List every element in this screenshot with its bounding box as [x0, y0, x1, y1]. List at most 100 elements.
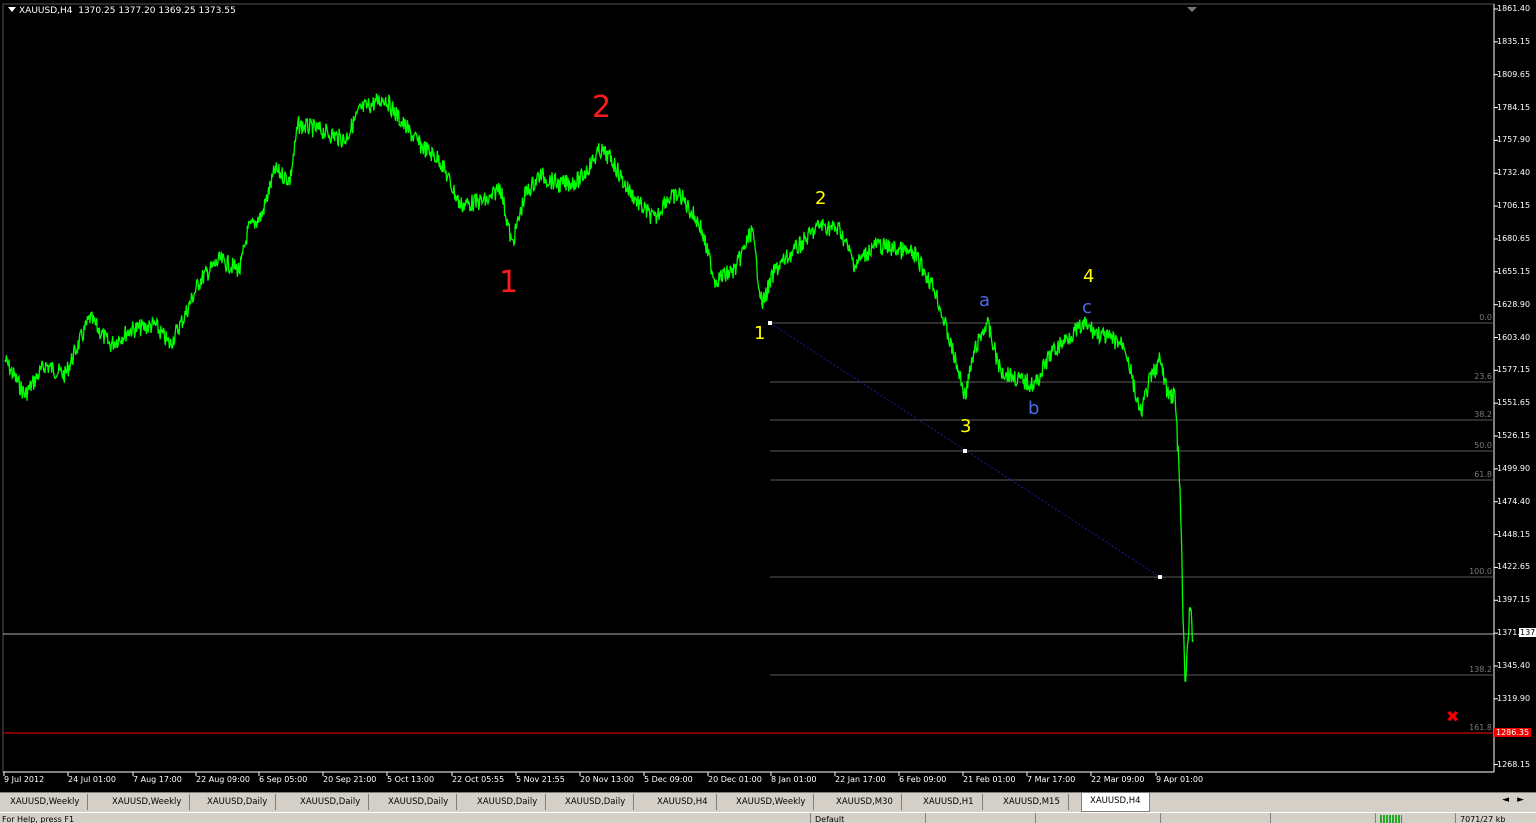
status-traffic: 7071/27 kb [1460, 815, 1506, 823]
minor-wave-4-label: 4 [1083, 266, 1095, 287]
x-tick-label: 24 Jul 01:00 [68, 775, 116, 784]
y-tick-label: 1732.40 [1497, 168, 1531, 178]
chart-tabs-bar: XAUUSD,Weekly XAUUSD,Weekly XAUUSD,Daily XA… [0, 792, 1536, 812]
minor-wave-3-label: 3 [960, 416, 972, 437]
x-tick-label: 20 Nov 13:00 [580, 775, 634, 784]
x-tick-label: 9 Apr 01:00 [1156, 775, 1204, 784]
tab-next-icon[interactable]: ► [1517, 795, 1532, 805]
y-tick-label: 1655.15 [1497, 266, 1531, 276]
status-divider [1375, 813, 1376, 823]
x-tick-label: 5 Dec 09:00 [644, 775, 693, 784]
stop-price-marker[interactable]: 1286.35 [1494, 728, 1532, 737]
status-divider [1455, 813, 1456, 823]
dropdown-triangle-icon[interactable] [8, 7, 16, 12]
y-tick-label: 1809.65 [1497, 69, 1531, 79]
trend-anchor-end[interactable] [1158, 575, 1162, 579]
x-tick-label: 6 Feb 09:00 [899, 775, 947, 784]
status-bar: For Help, press F1 Default 7071/27 kb [0, 812, 1536, 823]
y-tick-label: 1603.40 [1497, 332, 1531, 342]
x-tick-label: 8 Jan 01:00 [771, 775, 817, 784]
close-order-icon[interactable]: ✖ [1446, 707, 1459, 726]
status-help-text: For Help, press F1 [2, 815, 75, 823]
x-tick-label: 22 Oct 05:55 [452, 775, 505, 784]
chart-tab[interactable]: XAUUSD,Daily [469, 794, 547, 810]
status-profile: Default [815, 815, 845, 823]
fib-level-label: 23.6 [1474, 372, 1492, 381]
y-tick-label: 1706.15 [1497, 201, 1531, 211]
chart-tab[interactable]: XAUUSD,Daily [199, 794, 277, 810]
y-tick-label: 1345.40 [1497, 661, 1531, 670]
minor-wave-2-label: 2 [815, 188, 827, 209]
x-tick-label: 5 Oct 13:00 [387, 775, 435, 784]
ohlc-values: 1370.25 1377.20 1369.25 1373.55 [78, 6, 236, 16]
fib-level-label: 50.0 [1474, 441, 1492, 450]
status-divider [810, 813, 811, 823]
trend-anchor-start[interactable] [768, 321, 772, 325]
major-wave-2-label: 2 [592, 90, 612, 125]
minor-wave-1-label: 1 [754, 323, 766, 344]
y-tick-label: 1577.15 [1497, 365, 1531, 375]
current-price-marker: 1373.55 [1519, 628, 1536, 637]
fib-level-label: 100.0 [1469, 567, 1492, 576]
fib-level-label: 138.2 [1469, 665, 1492, 674]
chart-tab[interactable]: XAUUSD,H4 [1081, 793, 1150, 812]
price-series-line [4, 92, 1194, 682]
chart-tab[interactable]: XAUUSD,Daily [557, 794, 635, 810]
chart-tab[interactable]: XAUUSD,H1 [915, 794, 983, 810]
y-tick-label: 1835.15 [1497, 36, 1531, 46]
y-tick-label: 1319.90 [1497, 693, 1531, 703]
y-tick-label: 1448.15 [1497, 529, 1531, 539]
chart-tab[interactable]: XAUUSD,Weekly [104, 794, 191, 810]
symbol-label: XAUUSD,H4 [19, 6, 73, 16]
chart-tab[interactable]: XAUUSD,M30 [828, 794, 902, 810]
y-tick-label: 1861.40 [1497, 4, 1531, 13]
y-tick-label: 1474.40 [1497, 496, 1531, 506]
chart-tab[interactable]: XAUUSD,Daily [292, 794, 370, 810]
y-tick-label: 1397.15 [1497, 595, 1531, 605]
chart-shift-marker[interactable] [1187, 7, 1197, 12]
trend-anchor-mid[interactable] [963, 449, 967, 453]
status-divider [1270, 813, 1271, 823]
chart-tab[interactable]: XAUUSD,M15 [995, 794, 1069, 810]
corrective-wave-b-label: b [1028, 398, 1040, 419]
tab-prev-icon[interactable]: ◄ [1502, 795, 1517, 805]
x-tick-label: 22 Aug 09:00 [196, 775, 250, 784]
x-tick-label: 9 Jul 2012 [4, 775, 45, 784]
chart-tab[interactable]: XAUUSD,H4 [649, 794, 717, 810]
fibonacci-retracement[interactable] [770, 322, 1494, 734]
y-tick-marks [1494, 8, 1498, 766]
y-tick-label: 1499.90 [1497, 463, 1531, 473]
chart-tab[interactable]: XAUUSD,Weekly [728, 794, 815, 810]
x-tick-label: 22 Mar 09:00 [1091, 775, 1145, 784]
connection-bars-icon [1380, 815, 1402, 823]
x-tick-label: 7 Mar 17:00 [1027, 775, 1076, 784]
x-tick-label: 22 Jan 17:00 [835, 775, 886, 784]
chart-tab[interactable]: XAUUSD,Weekly [2, 794, 89, 810]
corrective-wave-a-label: a [979, 290, 991, 311]
fib-level-label: 0.0 [1479, 313, 1492, 322]
y-tick-label: 1628.90 [1497, 299, 1531, 309]
y-tick-label: 1526.15 [1497, 431, 1531, 441]
x-tick-label: 21 Feb 01:00 [963, 775, 1016, 784]
y-tick-label: 1757.90 [1497, 135, 1531, 145]
major-wave-1-label: 1 [499, 265, 519, 300]
chart-frame [2, 3, 1495, 773]
y-tick-label: 1422.65 [1497, 562, 1531, 572]
fib-level-label: 61.8 [1474, 470, 1492, 479]
chart-tab[interactable]: XAUUSD,Daily [380, 794, 458, 810]
chart-header: XAUUSD,H4 1370.25 1377.20 1369.25 1373.5… [8, 6, 236, 16]
fib-level-label: 38.2 [1474, 410, 1492, 419]
tab-nav-arrows[interactable]: ◄► [1502, 795, 1532, 805]
y-tick-label: 1680.65 [1497, 233, 1531, 243]
y-tick-label: 1784.15 [1497, 102, 1531, 112]
status-divider [1035, 813, 1036, 823]
chart-window[interactable]: XAUUSD,H4 1370.25 1377.20 1369.25 1373.5… [0, 0, 1536, 823]
x-tick-label: 6 Sep 05:00 [259, 775, 308, 784]
status-divider [1160, 813, 1161, 823]
status-divider [925, 813, 926, 823]
y-tick-label: 1551.65 [1497, 398, 1531, 408]
price-chart[interactable] [0, 0, 1536, 792]
x-tick-label: 20 Dec 01:00 [708, 775, 762, 784]
corrective-wave-c-label: c [1082, 297, 1092, 318]
x-tick-label: 5 Nov 21:55 [516, 775, 565, 784]
